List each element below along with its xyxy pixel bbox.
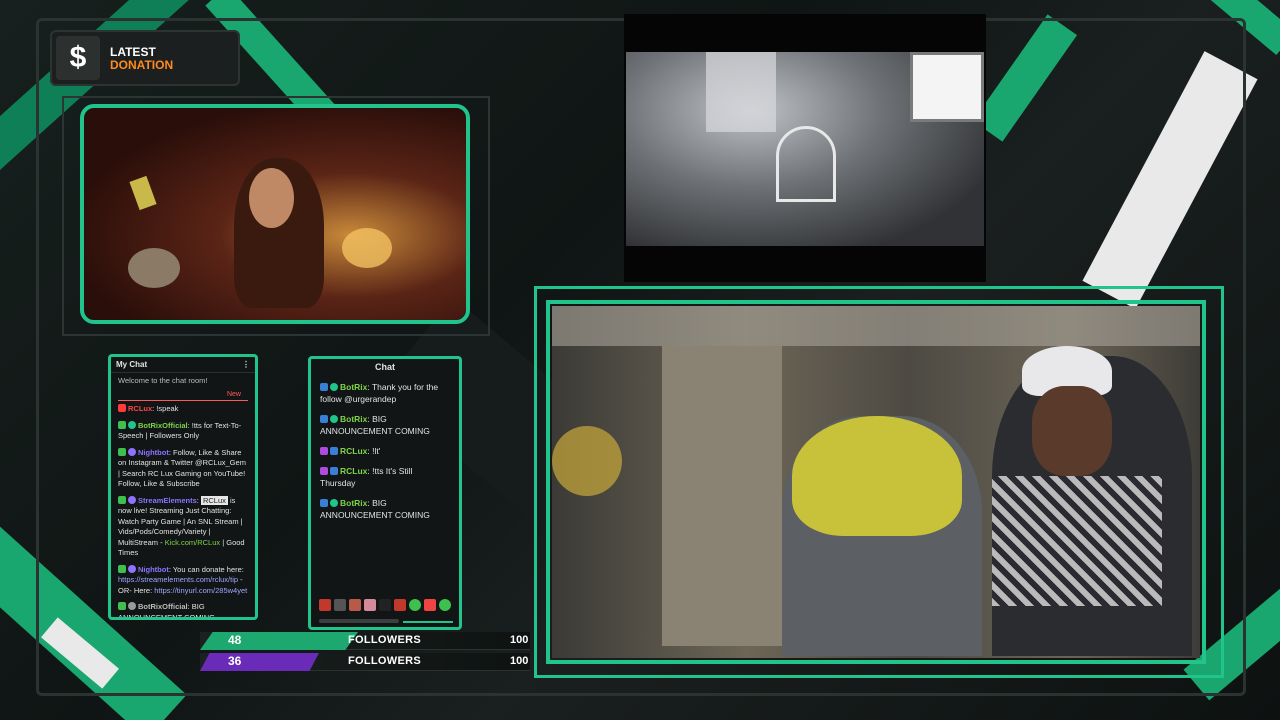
donation-label-latest: LATEST (110, 45, 156, 59)
video-feed-top-center (624, 14, 986, 282)
microphone-icon (320, 447, 328, 455)
follower-goal: 100 (510, 655, 529, 667)
verified-badge-icon (128, 602, 136, 610)
emote-icon[interactable] (319, 599, 331, 611)
chat-text: : !lt' (367, 446, 381, 456)
my-chat-header: My Chat ⋮ (111, 357, 255, 373)
bot-badge-icon (330, 447, 338, 455)
chat-message: Nightbot: Follow, Like & Share on Instag… (111, 445, 255, 493)
bot-badge-icon (320, 383, 328, 391)
emote-icon[interactable] (364, 599, 376, 611)
bot-badge-icon (320, 499, 328, 507)
chat-username[interactable]: RCLux (340, 466, 367, 476)
chat-message: BotRixOfficial: !tts for Text-To-Speech … (111, 418, 255, 445)
verified-badge-icon (330, 499, 338, 507)
verified-badge-icon (330, 383, 338, 391)
chat-message: RCLux: !tts It's Still Thursday (311, 461, 459, 493)
verified-badge-icon (128, 495, 136, 504)
microphone-icon (320, 467, 328, 475)
chat-message: Nightbot: You can donate here: https://s… (111, 562, 255, 600)
donation-label-donation: DONATION (110, 58, 174, 72)
video-chair (776, 126, 836, 202)
verified-badge-icon (128, 447, 136, 456)
dollar-icon: $ (56, 36, 100, 80)
emote-icon[interactable] (409, 599, 421, 611)
my-chat-title: My Chat (116, 360, 148, 369)
chat-link[interactable]: https://streamelements.com/rclux/tip (118, 575, 238, 584)
chat-username[interactable]: RCLux (340, 446, 367, 456)
chat-welcome: Welcome to the chat room! (118, 376, 208, 385)
bot-badge-icon (320, 415, 328, 423)
broadcaster-badge-icon (118, 404, 126, 412)
new-messages-divider: New (118, 390, 248, 401)
follower-goal: 100 (510, 634, 529, 646)
emote-bar (319, 599, 451, 613)
emote-icon[interactable] (334, 599, 346, 611)
chat-panel-secondary: Chat BotRix: Thank you for the follow @u… (308, 356, 462, 630)
follower-goal-bar-1: 48 FOLLOWERS 100 (200, 632, 530, 650)
verified-badge-icon (128, 564, 136, 573)
chat-username[interactable]: StreamElements (138, 496, 197, 505)
emote-icon[interactable] (424, 599, 436, 611)
chat-message: StreamElements: RCLux is now live! Strea… (118, 495, 245, 557)
chat-username[interactable]: BotRixOfficial (138, 602, 188, 611)
kebab-menu-icon[interactable]: ⋮ (242, 360, 250, 371)
video-scene (626, 52, 984, 246)
follower-count: 36 (228, 654, 242, 668)
chat-text: : You can donate here: (168, 564, 244, 574)
chat-text: : !speak (152, 404, 179, 413)
mod-badge-icon (118, 495, 126, 504)
chat-message: BotRixOfficial: BIG ANNOUNCEMENT COMING (111, 599, 255, 617)
chat-message: BotRix: BIG ANNOUNCEMENT COMING (311, 409, 459, 441)
chat-username[interactable]: Nightbot (138, 565, 169, 574)
webcam-accent-frame (546, 300, 1206, 664)
latest-donation-widget: $ LATEST DONATION (50, 30, 240, 86)
chat-username[interactable]: BotRix (340, 382, 367, 392)
chat-message: RCLux: !speak (111, 401, 255, 418)
follower-count: 48 (228, 633, 242, 647)
chat-username[interactable]: BotRixOfficial (138, 421, 188, 430)
video-accent-frame (80, 104, 470, 324)
video-window (910, 52, 984, 122)
chat-message: BotRix: BIG ANNOUNCEMENT COMING (311, 493, 459, 525)
mod-badge-icon (118, 447, 126, 456)
chat-username[interactable]: Nightbot (138, 448, 169, 457)
chat-message: BotRix: Thank you for the follow @urgera… (311, 377, 459, 409)
my-chat-panel: My Chat ⋮ Welcome to the chat room! New … (108, 354, 258, 620)
chat-username[interactable]: RCLux (128, 404, 152, 413)
chat-title: Chat (375, 362, 395, 372)
verified-badge-icon (128, 420, 136, 429)
chat-mention[interactable]: RCLux (200, 495, 228, 505)
mod-badge-icon (118, 420, 126, 429)
emote-icon[interactable] (379, 599, 391, 611)
bot-badge-icon (330, 467, 338, 475)
follower-goal-fill (200, 632, 358, 650)
emote-icon[interactable] (394, 599, 406, 611)
chat-username[interactable]: BotRix (340, 414, 367, 424)
chat-message: RCLux: !lt' (311, 441, 459, 461)
emote-icon[interactable] (349, 599, 361, 611)
chat-progress-line (403, 621, 453, 623)
chat-username[interactable]: BotRix (340, 498, 367, 508)
chat-link[interactable]: https://tinyurl.com/285w4yet (154, 586, 247, 595)
follower-goal-bar-2: 36 FOLLOWERS 100 (200, 653, 530, 671)
emote-icon[interactable] (439, 599, 451, 611)
verified-badge-icon (330, 415, 338, 423)
video-light-patch (706, 52, 776, 132)
follower-label: FOLLOWERS (348, 634, 421, 646)
follower-goal-fill (200, 653, 319, 671)
follower-label: FOLLOWERS (348, 655, 421, 667)
chat-link[interactable]: Kick.com/RCLux (165, 538, 220, 547)
chat-scrollbar[interactable] (319, 619, 399, 623)
mod-badge-icon (118, 564, 126, 573)
mod-badge-icon (118, 602, 126, 610)
